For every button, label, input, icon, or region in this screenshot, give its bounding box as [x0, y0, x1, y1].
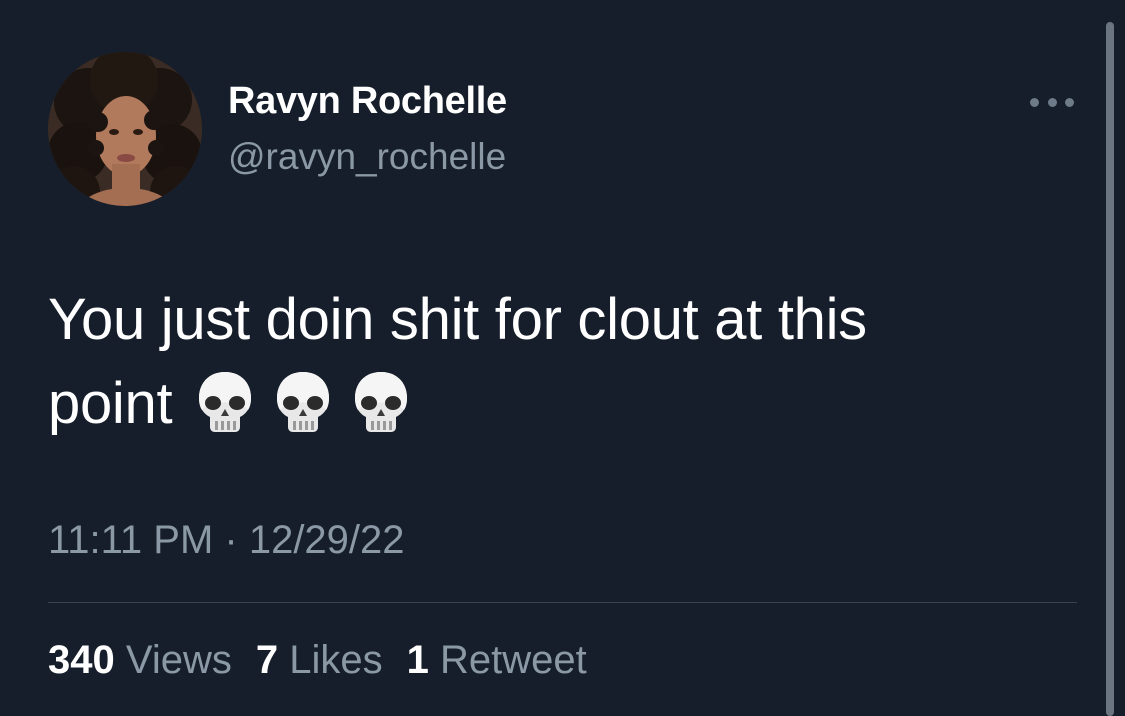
skull-icon [199, 371, 252, 432]
more-dot [1065, 97, 1074, 107]
likes-stat[interactable]: 7 Likes [256, 638, 383, 683]
likes-label: Likes [289, 638, 383, 682]
emoji-group [196, 370, 410, 434]
tweet-text: You just doin shit for clout at this poi… [48, 278, 1008, 446]
display-name[interactable]: Ravyn Rochelle [228, 80, 507, 123]
scrollbar[interactable] [1106, 22, 1114, 716]
tweet-card: Ravyn Rochelle @ravyn_rochelle You just … [0, 0, 1125, 716]
more-dot [1030, 97, 1039, 107]
retweets-count: 1 [406, 638, 429, 682]
retweets-stat[interactable]: 1 Retweet [407, 638, 587, 683]
avatar[interactable] [48, 52, 202, 206]
skull-icon [277, 371, 330, 432]
divider [48, 602, 1077, 603]
views-stat[interactable]: 340 Views [48, 638, 232, 683]
likes-count: 7 [255, 638, 279, 682]
tweet-timestamp[interactable]: 11:11 PM · 12/29/22 [48, 518, 405, 563]
skull-icon [355, 371, 408, 432]
views-count: 340 [48, 638, 115, 682]
tweet-text-line-2-text: point [48, 371, 173, 436]
tweet-text-line-1: You just doin shit for clout at this [48, 287, 867, 352]
more-dot [1047, 97, 1057, 107]
engagement-stats: 340 Views 7 Likes 1 Retweet [48, 638, 587, 683]
retweets-label: Retweet [440, 638, 587, 682]
views-label: Views [125, 638, 232, 682]
more-options-icon[interactable] [1030, 94, 1074, 110]
handle[interactable]: @ravyn_rochelle [228, 136, 506, 178]
tweet-text-line-2: point [48, 362, 1008, 446]
